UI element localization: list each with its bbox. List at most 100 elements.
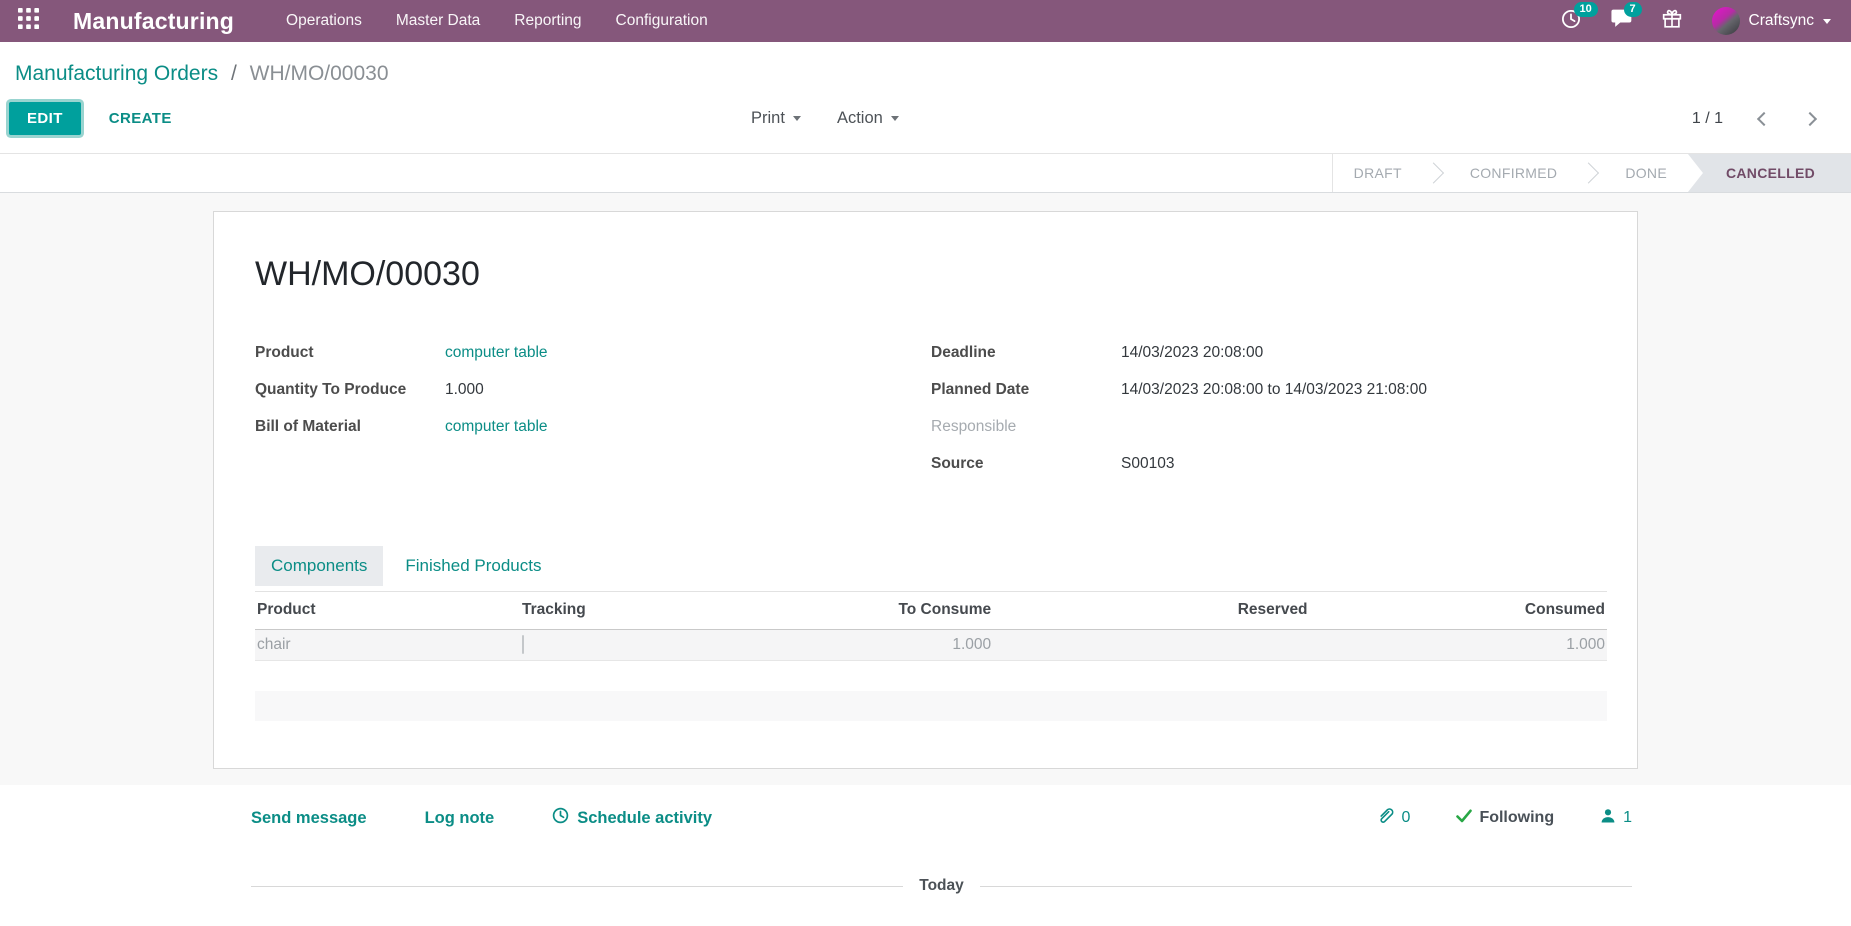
- empty-row: [255, 691, 1607, 721]
- divider-line: [251, 886, 903, 887]
- column-header-reserved[interactable]: Reserved: [993, 592, 1309, 630]
- pager-next-button[interactable]: [1803, 111, 1817, 125]
- planned-date-value: 14/03/2023 20:08:00 to 14/03/2023 21:08:…: [1121, 381, 1427, 399]
- menu-reporting[interactable]: Reporting: [514, 12, 581, 30]
- cell-to-consume: 1.000: [790, 630, 993, 661]
- user-name: Craftsync: [1749, 12, 1814, 30]
- tab-finished-products[interactable]: Finished Products: [389, 546, 557, 586]
- menu-configuration[interactable]: Configuration: [616, 12, 708, 30]
- field-planned-date: Planned Date 14/03/2023 20:08:00 to 14/0…: [931, 381, 1607, 404]
- log-note-button[interactable]: Log note: [425, 809, 495, 828]
- followers-button[interactable]: 1: [1600, 808, 1632, 829]
- field-label: Product: [255, 344, 445, 362]
- stage-confirmed[interactable]: CONFIRMED: [1449, 154, 1578, 192]
- stage-cancelled[interactable]: CANCELLED: [1688, 154, 1851, 192]
- chevron-down-icon: [1823, 19, 1831, 24]
- user-avatar: [1712, 7, 1740, 35]
- deadline-value: 14/03/2023 20:08:00: [1121, 344, 1263, 362]
- column-header-product[interactable]: Product: [255, 592, 520, 630]
- stage-done[interactable]: DONE: [1604, 154, 1688, 192]
- form-view-content: WH/MO/00030 Product computer table Quant…: [0, 193, 1851, 785]
- chatter-right-tools: 0 Following 1: [1378, 807, 1632, 829]
- cell-reserved: [993, 630, 1309, 661]
- tab-components[interactable]: Components: [255, 546, 383, 586]
- schedule-activity-button[interactable]: Schedule activity: [552, 807, 712, 829]
- action-dropdown[interactable]: Action: [837, 109, 899, 128]
- create-button[interactable]: CREATE: [109, 110, 172, 127]
- date-divider: Today: [251, 877, 1632, 895]
- apps-grid-icon: [18, 8, 39, 34]
- date-divider-label: Today: [919, 877, 964, 895]
- breadcrumb-separator: /: [231, 62, 237, 85]
- field-label: Responsible: [931, 418, 1121, 436]
- top-navbar: Manufacturing Operations Master Data Rep…: [0, 0, 1851, 42]
- gift-icon: [1662, 9, 1682, 34]
- chatter-toolbar: Send message Log note Schedule activity …: [251, 807, 1632, 829]
- status-stages: DRAFT CONFIRMED DONE CANCELLED: [1332, 154, 1851, 192]
- field-responsible: Responsible: [931, 418, 1607, 441]
- send-message-button[interactable]: Send message: [251, 809, 367, 828]
- breadcrumb-current: WH/MO/00030: [250, 62, 389, 85]
- field-column-left: Product computer table Quantity To Produ…: [255, 344, 931, 492]
- cell-consumed: 1.000: [1310, 630, 1607, 661]
- stage-separator-icon: [1423, 154, 1449, 192]
- field-bill-of-material: Bill of Material computer table: [255, 418, 931, 441]
- attachment-count: 0: [1402, 809, 1411, 827]
- field-source: Source S00103: [931, 455, 1607, 478]
- tracking-checkbox[interactable]: [522, 635, 524, 654]
- message-count-badge: 7: [1624, 2, 1642, 17]
- column-header-tracking[interactable]: Tracking: [520, 592, 790, 630]
- field-label: Deadline: [931, 344, 1121, 362]
- record-title: WH/MO/00030: [255, 255, 1607, 294]
- clock-icon: [552, 807, 569, 829]
- menu-operations[interactable]: Operations: [286, 12, 362, 30]
- statusbar-row: DRAFT CONFIRMED DONE CANCELLED: [0, 153, 1851, 193]
- control-panel: EDIT CREATE Print Action 1 / 1: [0, 86, 1851, 153]
- rewards-button[interactable]: [1662, 9, 1682, 34]
- menu-master-data[interactable]: Master Data: [396, 12, 480, 30]
- notebook-tabs: Components Finished Products: [255, 546, 1607, 586]
- action-dropdown-label: Action: [837, 109, 883, 128]
- follower-count: 1: [1623, 809, 1632, 827]
- apps-menu-button[interactable]: [12, 4, 45, 38]
- field-quantity-to-produce: Quantity To Produce 1.000: [255, 381, 931, 404]
- attachments-button[interactable]: 0: [1378, 807, 1411, 829]
- source-value: S00103: [1121, 455, 1174, 473]
- person-icon: [1600, 808, 1616, 829]
- messages-button[interactable]: 7: [1611, 9, 1632, 33]
- empty-row: [255, 721, 1607, 751]
- field-label: Source: [931, 455, 1121, 473]
- stage-draft[interactable]: DRAFT: [1333, 154, 1423, 192]
- user-menu[interactable]: Craftsync: [1712, 7, 1831, 35]
- empty-row: [255, 661, 1607, 691]
- print-dropdown-label: Print: [751, 109, 785, 128]
- column-header-to-consume[interactable]: To Consume: [790, 592, 993, 630]
- chevron-down-icon: [891, 116, 899, 121]
- pager-previous-button[interactable]: [1757, 111, 1771, 125]
- table-row[interactable]: chair 1.000 1.000: [255, 630, 1607, 661]
- app-menu: Operations Master Data Reporting Configu…: [286, 12, 708, 30]
- quantity-value: 1.000: [445, 381, 484, 399]
- field-label: Bill of Material: [255, 418, 445, 436]
- field-label: Planned Date: [931, 381, 1121, 399]
- following-label: Following: [1479, 809, 1554, 827]
- stage-separator-icon: [1578, 154, 1604, 192]
- app-title[interactable]: Manufacturing: [73, 8, 234, 35]
- action-menus: Print Action: [751, 109, 899, 128]
- paperclip-icon: [1378, 807, 1395, 829]
- chatter: Send message Log note Schedule activity …: [213, 785, 1638, 895]
- cell-tracking: [520, 630, 790, 661]
- field-product: Product computer table: [255, 344, 931, 367]
- column-header-consumed[interactable]: Consumed: [1310, 592, 1607, 630]
- print-dropdown[interactable]: Print: [751, 109, 801, 128]
- pager: 1 / 1: [1692, 110, 1815, 128]
- breadcrumb: Manufacturing Orders / WH/MO/00030: [0, 42, 1851, 86]
- breadcrumb-parent-link[interactable]: Manufacturing Orders: [15, 62, 218, 85]
- activities-button[interactable]: 10: [1561, 9, 1581, 34]
- cell-product: chair: [255, 630, 520, 661]
- following-button[interactable]: Following: [1456, 809, 1554, 828]
- product-link[interactable]: computer table: [445, 344, 548, 362]
- bom-link[interactable]: computer table: [445, 418, 548, 436]
- topbar-systray: 10 7 Craftsync: [1561, 7, 1831, 35]
- edit-button[interactable]: EDIT: [9, 102, 81, 135]
